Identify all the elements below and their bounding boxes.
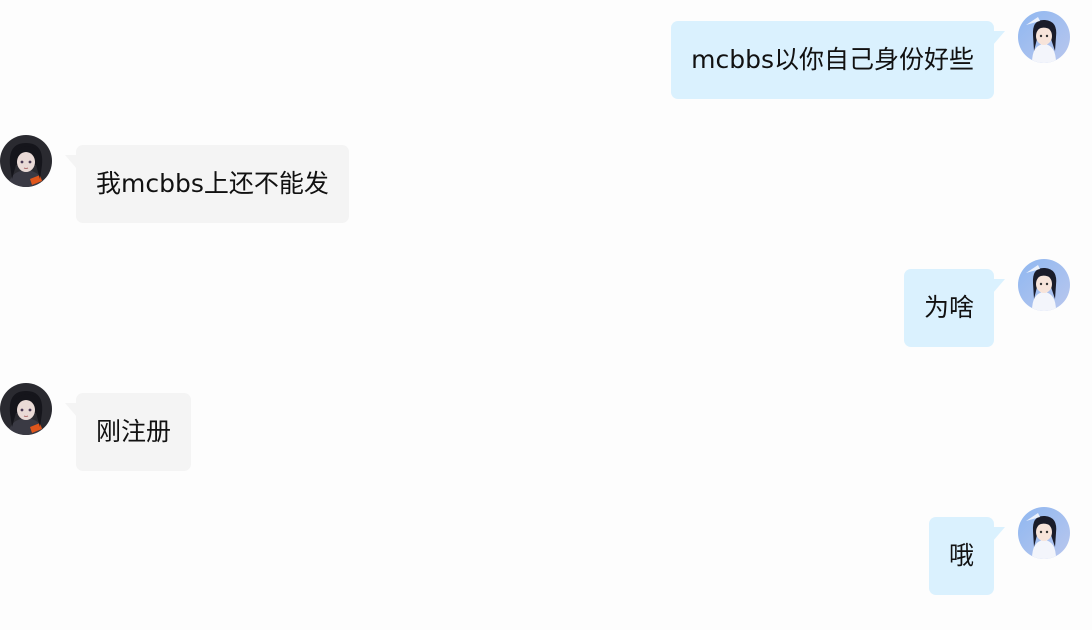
bubble-tail [993,31,1005,45]
chat-message-list: mcbbs以你自己身份好些 我mcbbs上还不能发 为啥 刚注册 哦 [0,0,1092,630]
message-text: 我mcbbs上还不能发 [96,169,329,198]
bubble-tail [65,155,77,169]
message-row-outgoing: mcbbs以你自己身份好些 [0,11,1092,101]
message-text: 为啥 [923,293,974,322]
message-row-incoming: 我mcbbs上还不能发 [0,135,1092,225]
bubble-tail [993,279,1005,293]
bubble-tail [65,403,77,417]
user-avatar-icon[interactable] [1018,259,1070,311]
user-avatar-icon[interactable] [1018,11,1070,63]
contact-avatar-icon[interactable] [0,383,52,435]
user-avatar-icon[interactable] [1018,507,1070,559]
message-text: mcbbs以你自己身份好些 [691,45,974,74]
message-text: 刚注册 [96,417,172,446]
message-bubble-incoming[interactable]: 我mcbbs上还不能发 [65,145,349,223]
message-row-outgoing: 哦 [0,507,1092,597]
message-bubble-incoming[interactable]: 刚注册 [65,393,192,471]
message-bubble-outgoing[interactable]: 哦 [928,517,1005,595]
message-row-incoming: 刚注册 [0,383,1092,473]
message-bubble-outgoing[interactable]: mcbbs以你自己身份好些 [671,21,1005,99]
message-bubble-outgoing[interactable]: 为啥 [903,269,1005,347]
message-text: 哦 [948,541,974,570]
message-row-outgoing: 为啥 [0,259,1092,349]
contact-avatar-icon[interactable] [0,135,52,187]
bubble-tail [993,527,1005,541]
